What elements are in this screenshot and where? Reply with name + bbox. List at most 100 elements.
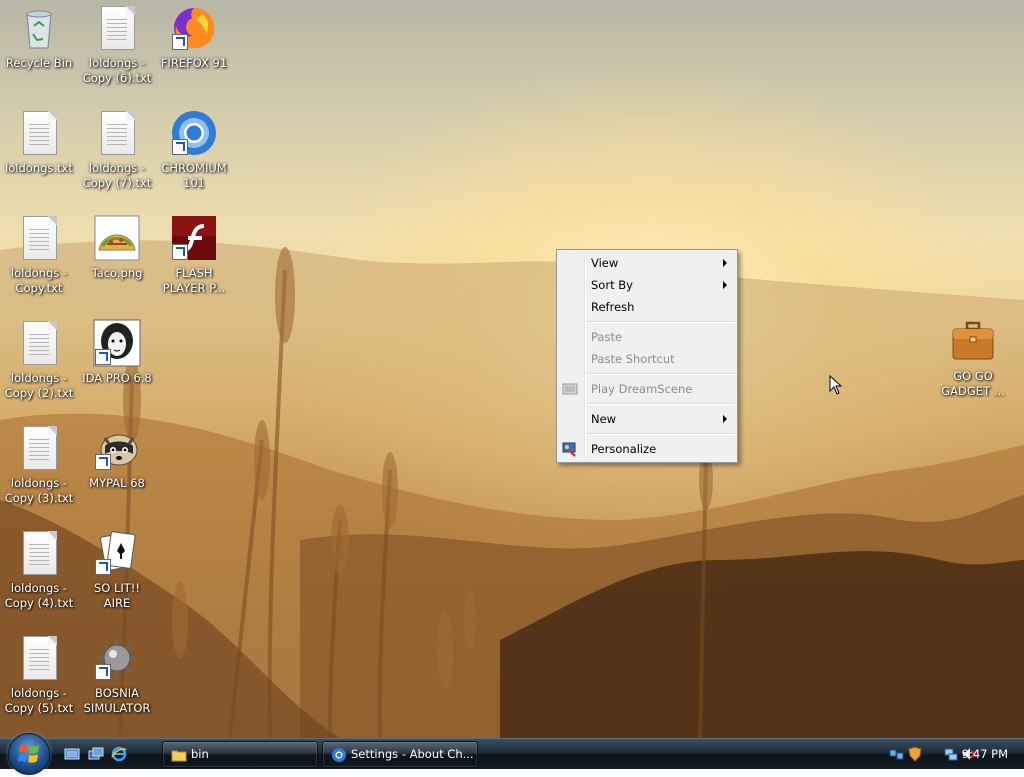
network-icon[interactable] [889,746,905,762]
desktop-icon-label: CHROMIUM 101 [161,161,227,190]
briefcase-icon [949,317,997,365]
submenu-arrow-icon [723,281,727,289]
menu-separator [587,433,735,435]
desktop-icon-recycle-bin[interactable]: Recycle Bin [0,4,78,71]
chromium-icon [331,747,347,763]
text-file-icon [15,109,63,157]
solitaire-icon [93,529,141,577]
shortcut-arrow-icon [172,34,188,50]
internet-explorer-icon[interactable] [111,746,127,762]
menu-item-play-dreamscene[interactable]: Play DreamScene [557,378,737,400]
desktop-icon-flash-player[interactable]: FLASH PLAYER P... [155,214,233,296]
desktop-icon-loldongs-copy-2-txt[interactable]: loldongs - Copy (2).txt [0,319,78,401]
menu-separator [587,373,735,375]
desktop-icon-bosnia-simulator[interactable]: BOSNIA SIMULATOR [78,634,156,716]
taskbar-button-label: Settings - About Ch... [351,747,474,761]
menu-item-view[interactable]: View [557,252,737,274]
taskbar-button-label: bin [191,747,209,761]
firefox-icon [170,4,218,52]
flash-player-icon [170,214,218,262]
system-tray: 9:47 PM [869,739,1024,769]
clock[interactable]: 9:47 PM [962,747,1008,761]
desktop-icon-label: loldongs - Copy.txt [10,266,68,295]
menu-item-paste-shortcut[interactable]: Paste Shortcut [557,348,737,370]
desktop-icon-loldongs-txt[interactable]: loldongs.txt [0,109,78,176]
desktop-icon-label: GO GO GADGET ... [941,369,1005,398]
desktop-icon-loldongs-copy-3-txt[interactable]: loldongs - Copy (3).txt [0,424,78,506]
menu-item-sort-by[interactable]: Sort By [557,274,737,296]
desktop-icon-label: FLASH PLAYER P... [162,266,226,295]
desktop-icon-mypal[interactable]: MYPAL 68 [78,424,156,491]
network-connection-icon[interactable] [943,746,959,762]
recycle-bin-icon [15,4,63,52]
desktop[interactable]: Recycle Bin loldongs.txt loldongs - Copy… [0,0,1024,738]
desktop-icon-label: FIREFOX 91 [160,56,228,70]
desktop-icon-loldongs-copy-7-txt[interactable]: loldongs - Copy (7).txt [78,109,156,191]
desktop-icon-label: loldongs - Copy (3).txt [4,476,74,505]
menu-item-label: New [591,412,617,426]
text-file-icon [15,424,63,472]
desktop-icon-label: loldongs.txt [5,161,73,175]
desktop-context-menu[interactable]: View Sort By Refresh Paste Paste Shortcu… [556,249,738,463]
chromium-icon [170,109,218,157]
menu-item-label: Personalize [591,442,657,456]
text-file-icon [93,109,141,157]
menu-item-label: Sort By [591,278,633,292]
desktop-icon-loldongs-copy-5-txt[interactable]: loldongs - Copy (5).txt [0,634,78,716]
taskbar: bin Settings - About Ch... 9:47 PM [0,733,1024,775]
menu-item-personalize[interactable]: Personalize [557,438,737,460]
menu-item-label: Play DreamScene [591,382,693,396]
windows-logo-icon [18,744,39,763]
security-shield-icon[interactable] [907,746,923,762]
menu-item-refresh[interactable]: Refresh [557,296,737,318]
shortcut-arrow-icon [95,349,111,365]
desktop-icon-label: loldongs - Copy (5).txt [4,686,74,715]
dreamscene-icon [562,381,578,397]
text-file-icon [93,4,141,52]
desktop-icon-loldongs-copy-4-txt[interactable]: loldongs - Copy (4).txt [0,529,78,611]
menu-item-label: Paste Shortcut [591,352,675,366]
menu-item-label: View [591,256,619,270]
folder-icon [171,747,187,763]
desktop-icon-loldongs-copy-txt[interactable]: loldongs - Copy.txt [0,214,78,296]
desktop-icon-chromium[interactable]: CHROMIUM 101 [155,109,233,191]
ida-pro-icon [93,319,141,367]
menu-item-paste[interactable]: Paste [557,326,737,348]
menu-item-new[interactable]: New [557,408,737,430]
desktop-icon-label: loldongs - Copy (7).txt [82,161,152,190]
start-button[interactable] [8,733,50,775]
shortcut-arrow-icon [95,664,111,680]
taco-image-icon [93,214,141,262]
menu-separator [587,403,735,405]
desktop-icon-label: Taco.png [91,266,143,280]
mypal-icon [93,424,141,472]
desktop-icon-label: loldongs - Copy (4).txt [4,581,74,610]
menu-separator [587,321,735,323]
desktop-icon-loldongs-copy-6-txt[interactable]: loldongs - Copy (6).txt [78,4,156,86]
shortcut-arrow-icon [95,559,111,575]
taskbar-button-settings-about-chromium[interactable]: Settings - About Ch... [322,741,478,768]
desktop-icon-label: MYPAL 68 [89,476,145,490]
minesweeper-icon [93,634,141,682]
desktop-icon-firefox[interactable]: FIREFOX 91 [155,4,233,71]
menu-item-label: Paste [591,330,623,344]
switch-windows-icon[interactable] [88,746,104,762]
desktop-icon-label: loldongs - Copy (6).txt [82,56,152,85]
text-file-icon [15,529,63,577]
desktop-icon-solitaire[interactable]: SO LIT!! AIRE [78,529,156,611]
text-file-icon [15,214,63,262]
shortcut-arrow-icon [172,244,188,260]
submenu-arrow-icon [723,259,727,267]
desktop-icon-taco-png[interactable]: Taco.png [78,214,156,281]
desktop-icon-label: loldongs - Copy (2).txt [4,371,74,400]
show-desktop-icon[interactable] [64,746,80,762]
text-file-icon [15,319,63,367]
taskbar-button-bin[interactable]: bin [162,741,318,768]
personalize-icon [562,441,578,457]
shortcut-arrow-icon [172,139,188,155]
text-file-icon [15,634,63,682]
mouse-cursor-icon [829,375,843,395]
desktop-icon-label: Recycle Bin [5,56,73,70]
desktop-icon-ida-pro[interactable]: IDA PRO 6.8 [78,319,156,386]
desktop-icon-go-go-gadget[interactable]: GO GO GADGET ... [934,317,1012,399]
